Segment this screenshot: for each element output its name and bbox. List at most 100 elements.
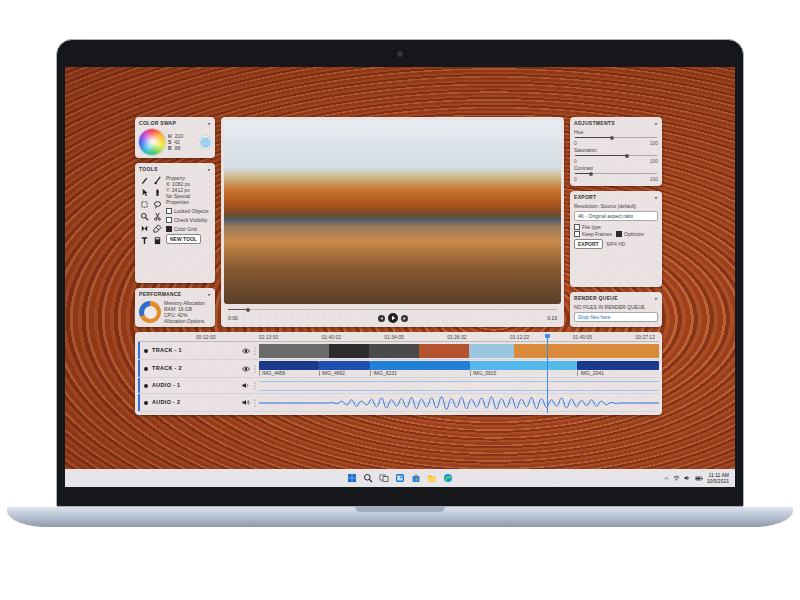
slider-knob[interactable] [589,172,593,176]
option-checkbox[interactable] [166,208,172,214]
zoom-icon[interactable] [140,212,149,221]
time-ruler[interactable]: 00:12:0002:13:0001:40:0201:34:0501:26:32… [138,334,659,342]
folder-icon[interactable] [427,473,437,483]
queue-drop-field[interactable]: Drop files here [574,312,658,322]
slider-knob[interactable] [625,154,629,158]
fill-icon[interactable] [153,236,162,245]
color-swatch[interactable] [200,137,211,148]
pointer-icon[interactable] [140,188,149,197]
eye-icon[interactable] [242,348,250,354]
wifi-icon[interactable] [673,475,680,481]
collapse-icon[interactable] [654,196,658,200]
eraser-icon[interactable] [153,224,162,233]
export-option[interactable]: File type [574,223,658,230]
slider-knob[interactable] [610,136,614,140]
color-wheel[interactable] [139,129,165,155]
drag-handle-icon[interactable] [254,365,256,373]
collapse-icon[interactable] [654,297,658,301]
drag-handle-icon[interactable] [254,399,256,407]
pencil-icon[interactable] [153,188,162,197]
blend-icon[interactable] [140,224,149,233]
color-value[interactable]: H210 [168,133,197,139]
battery-icon[interactable] [695,476,703,481]
tool-option[interactable]: Color Grid [166,225,211,232]
clock[interactable]: 11:11 AM10/5/2021 [707,472,729,484]
search-icon[interactable] [363,473,373,483]
color-value[interactable]: S42 [168,139,197,145]
new-tool-button[interactable]: NEW TOOL [166,234,201,244]
export-button[interactable]: EXPORT [574,239,603,249]
clip-thumbnail[interactable] [369,344,419,358]
property-line: Y: 2412 px [166,187,211,193]
waveform-segment [279,402,289,403]
clip[interactable]: IMG_2041 [577,361,659,376]
chevron-up-icon[interactable] [664,476,669,481]
tool-option[interactable]: Check Visibility [166,216,211,223]
collapse-icon[interactable] [207,293,211,297]
clip[interactable]: IMG_4892 [319,361,371,376]
scrubber-track[interactable] [228,309,557,310]
drag-handle-icon[interactable] [254,347,256,355]
lasso-icon[interactable] [153,200,162,209]
export-option[interactable]: Optimize [616,230,658,237]
clip[interactable]: IMG_0915 [470,361,577,376]
color-value[interactable]: B88 [168,145,197,151]
clip-thumbnail[interactable] [259,344,329,358]
collapse-icon[interactable] [207,122,211,126]
drag-handle-icon[interactable] [254,382,256,390]
track-row: AUDIO - 1 [138,378,659,394]
playhead-handle[interactable] [545,334,550,338]
scissors-icon[interactable] [153,212,162,221]
track-lane [259,342,659,359]
speaker-icon[interactable] [242,382,250,389]
edge-icon[interactable] [443,473,453,483]
store-icon[interactable] [411,473,421,483]
eye-icon[interactable] [242,366,250,372]
collapse-icon[interactable] [654,122,658,126]
pen-icon[interactable] [140,176,149,185]
windows-icon[interactable] [347,473,357,483]
option-checkbox[interactable] [166,217,172,223]
export-option[interactable]: Keep Frames [574,230,616,237]
option-checkbox[interactable] [166,226,172,232]
marquee-icon[interactable] [140,200,149,209]
text-icon[interactable] [140,236,149,245]
next-icon[interactable] [401,315,408,322]
clip-thumbnail[interactable] [514,344,659,358]
tool-option[interactable]: Locked Objects [166,207,211,214]
slider-track[interactable] [575,173,657,174]
option-checkbox[interactable] [574,231,580,237]
task-view-icon[interactable] [379,473,389,483]
widgets-icon[interactable] [395,473,405,483]
record-dot-icon[interactable] [144,401,148,405]
slider-track[interactable] [575,155,657,156]
tool-grid [139,175,163,280]
slider-fill [575,137,612,138]
waveform-segment [589,399,599,406]
clip-thumbnail[interactable] [419,344,469,358]
waveform-segment [309,402,319,403]
play-icon[interactable] [388,313,398,323]
scrubber-knob[interactable] [246,308,250,312]
clip[interactable]: IMG_4456 [259,361,319,376]
brush-icon[interactable] [153,176,162,185]
playhead[interactable] [547,334,548,413]
speaker-icon[interactable] [242,399,250,406]
clip-thumbnail[interactable] [469,344,514,358]
record-dot-icon[interactable] [144,367,148,371]
clip-bar [470,361,577,370]
volume-icon[interactable] [684,475,691,481]
panel-title: COLOR SWAP [139,120,176,127]
clip-label: IMG_0915 [470,370,577,376]
previous-icon[interactable] [378,315,385,322]
record-dot-icon[interactable] [144,349,148,353]
slider-track[interactable] [575,137,657,138]
option-checkbox[interactable] [574,224,580,230]
collapse-icon[interactable] [207,168,211,172]
clip[interactable]: IMG_6231 [370,361,470,376]
waveform-segment [489,396,499,408]
clip-thumbnail[interactable] [329,344,369,358]
option-checkbox[interactable] [616,231,622,237]
resolution-select[interactable]: 4K - Original aspect ratio [574,211,658,221]
record-dot-icon[interactable] [144,384,148,388]
